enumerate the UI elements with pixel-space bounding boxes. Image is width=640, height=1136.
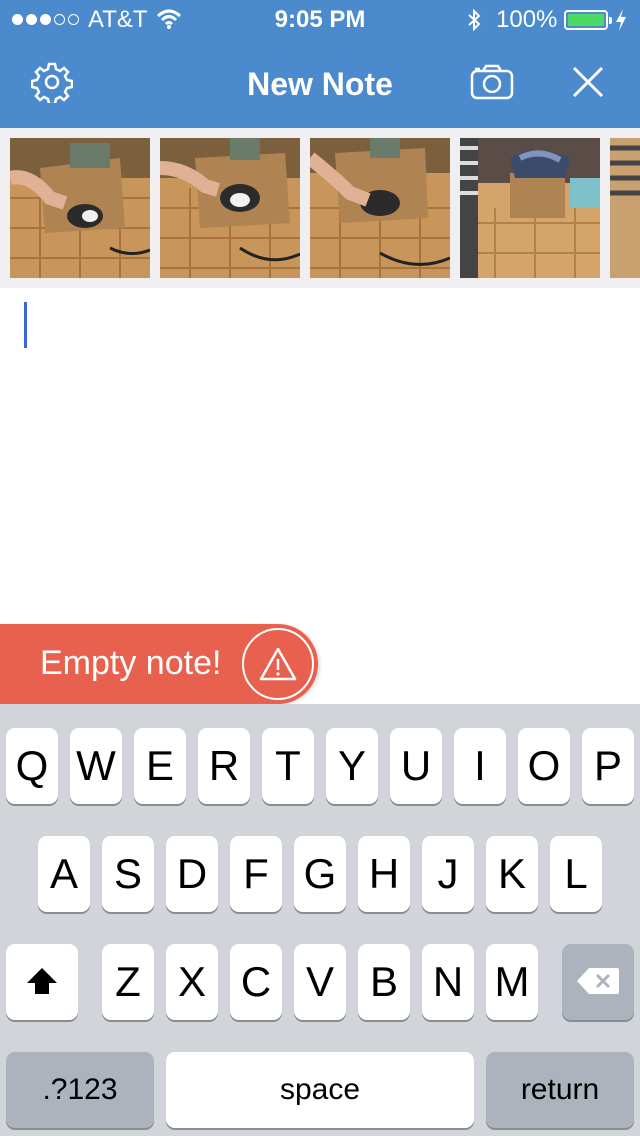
delete-icon bbox=[575, 958, 621, 1006]
toast-message: Empty note! bbox=[40, 644, 222, 682]
key-g[interactable]: G bbox=[294, 836, 346, 912]
key-w[interactable]: W bbox=[70, 728, 122, 804]
delete-key[interactable] bbox=[562, 944, 634, 1020]
key-a[interactable]: A bbox=[38, 836, 90, 912]
empty-note-toast: Empty note! bbox=[0, 624, 318, 704]
charging-icon bbox=[614, 8, 628, 37]
key-q[interactable]: Q bbox=[6, 728, 58, 804]
keyboard: Q W E R T Y U I O P A S D F G H J K L Z … bbox=[0, 704, 640, 1136]
space-key[interactable]: space bbox=[166, 1052, 474, 1128]
battery-icon bbox=[564, 10, 612, 30]
status-bar: AT&T 9:05 PM 100% bbox=[0, 0, 640, 40]
key-n[interactable]: N bbox=[422, 944, 474, 1020]
camera-button[interactable] bbox=[468, 60, 516, 108]
key-t[interactable]: T bbox=[262, 728, 314, 804]
photo-thumbnail[interactable] bbox=[160, 138, 300, 278]
key-s[interactable]: S bbox=[102, 836, 154, 912]
key-r[interactable]: R bbox=[198, 728, 250, 804]
text-cursor bbox=[24, 302, 27, 348]
key-l[interactable]: L bbox=[550, 836, 602, 912]
photo-thumbnail[interactable] bbox=[310, 138, 450, 278]
key-j[interactable]: J bbox=[422, 836, 474, 912]
warning-icon bbox=[242, 628, 314, 700]
key-m[interactable]: M bbox=[486, 944, 538, 1020]
photo-thumbnail[interactable] bbox=[610, 138, 640, 278]
bluetooth-icon bbox=[466, 8, 482, 37]
photo-thumbnail[interactable] bbox=[10, 138, 150, 278]
top-bar: AT&T 9:05 PM 100% New Note bbox=[0, 0, 640, 128]
close-icon bbox=[571, 65, 605, 104]
photo-strip[interactable] bbox=[0, 128, 640, 288]
key-v[interactable]: V bbox=[294, 944, 346, 1020]
key-o[interactable]: O bbox=[518, 728, 570, 804]
key-i[interactable]: I bbox=[454, 728, 506, 804]
return-key[interactable]: return bbox=[486, 1052, 634, 1128]
key-h[interactable]: H bbox=[358, 836, 410, 912]
key-d[interactable]: D bbox=[166, 836, 218, 912]
key-b[interactable]: B bbox=[358, 944, 410, 1020]
shift-key[interactable] bbox=[6, 944, 78, 1020]
key-z[interactable]: Z bbox=[102, 944, 154, 1020]
key-u[interactable]: U bbox=[390, 728, 442, 804]
key-x[interactable]: X bbox=[166, 944, 218, 1020]
camera-icon bbox=[470, 64, 514, 105]
page-title: New Note bbox=[247, 66, 393, 102]
key-e[interactable]: E bbox=[134, 728, 186, 804]
key-c[interactable]: C bbox=[230, 944, 282, 1020]
key-y[interactable]: Y bbox=[326, 728, 378, 804]
navigation-bar: New Note bbox=[0, 40, 640, 128]
photo-thumbnail[interactable] bbox=[460, 138, 600, 278]
shift-icon bbox=[25, 958, 59, 1006]
close-button[interactable] bbox=[564, 60, 612, 108]
key-f[interactable]: F bbox=[230, 836, 282, 912]
battery-percentage: 100% bbox=[496, 6, 558, 33]
key-k[interactable]: K bbox=[486, 836, 538, 912]
key-p[interactable]: P bbox=[582, 728, 634, 804]
numbers-key[interactable]: .?123 bbox=[6, 1052, 154, 1128]
